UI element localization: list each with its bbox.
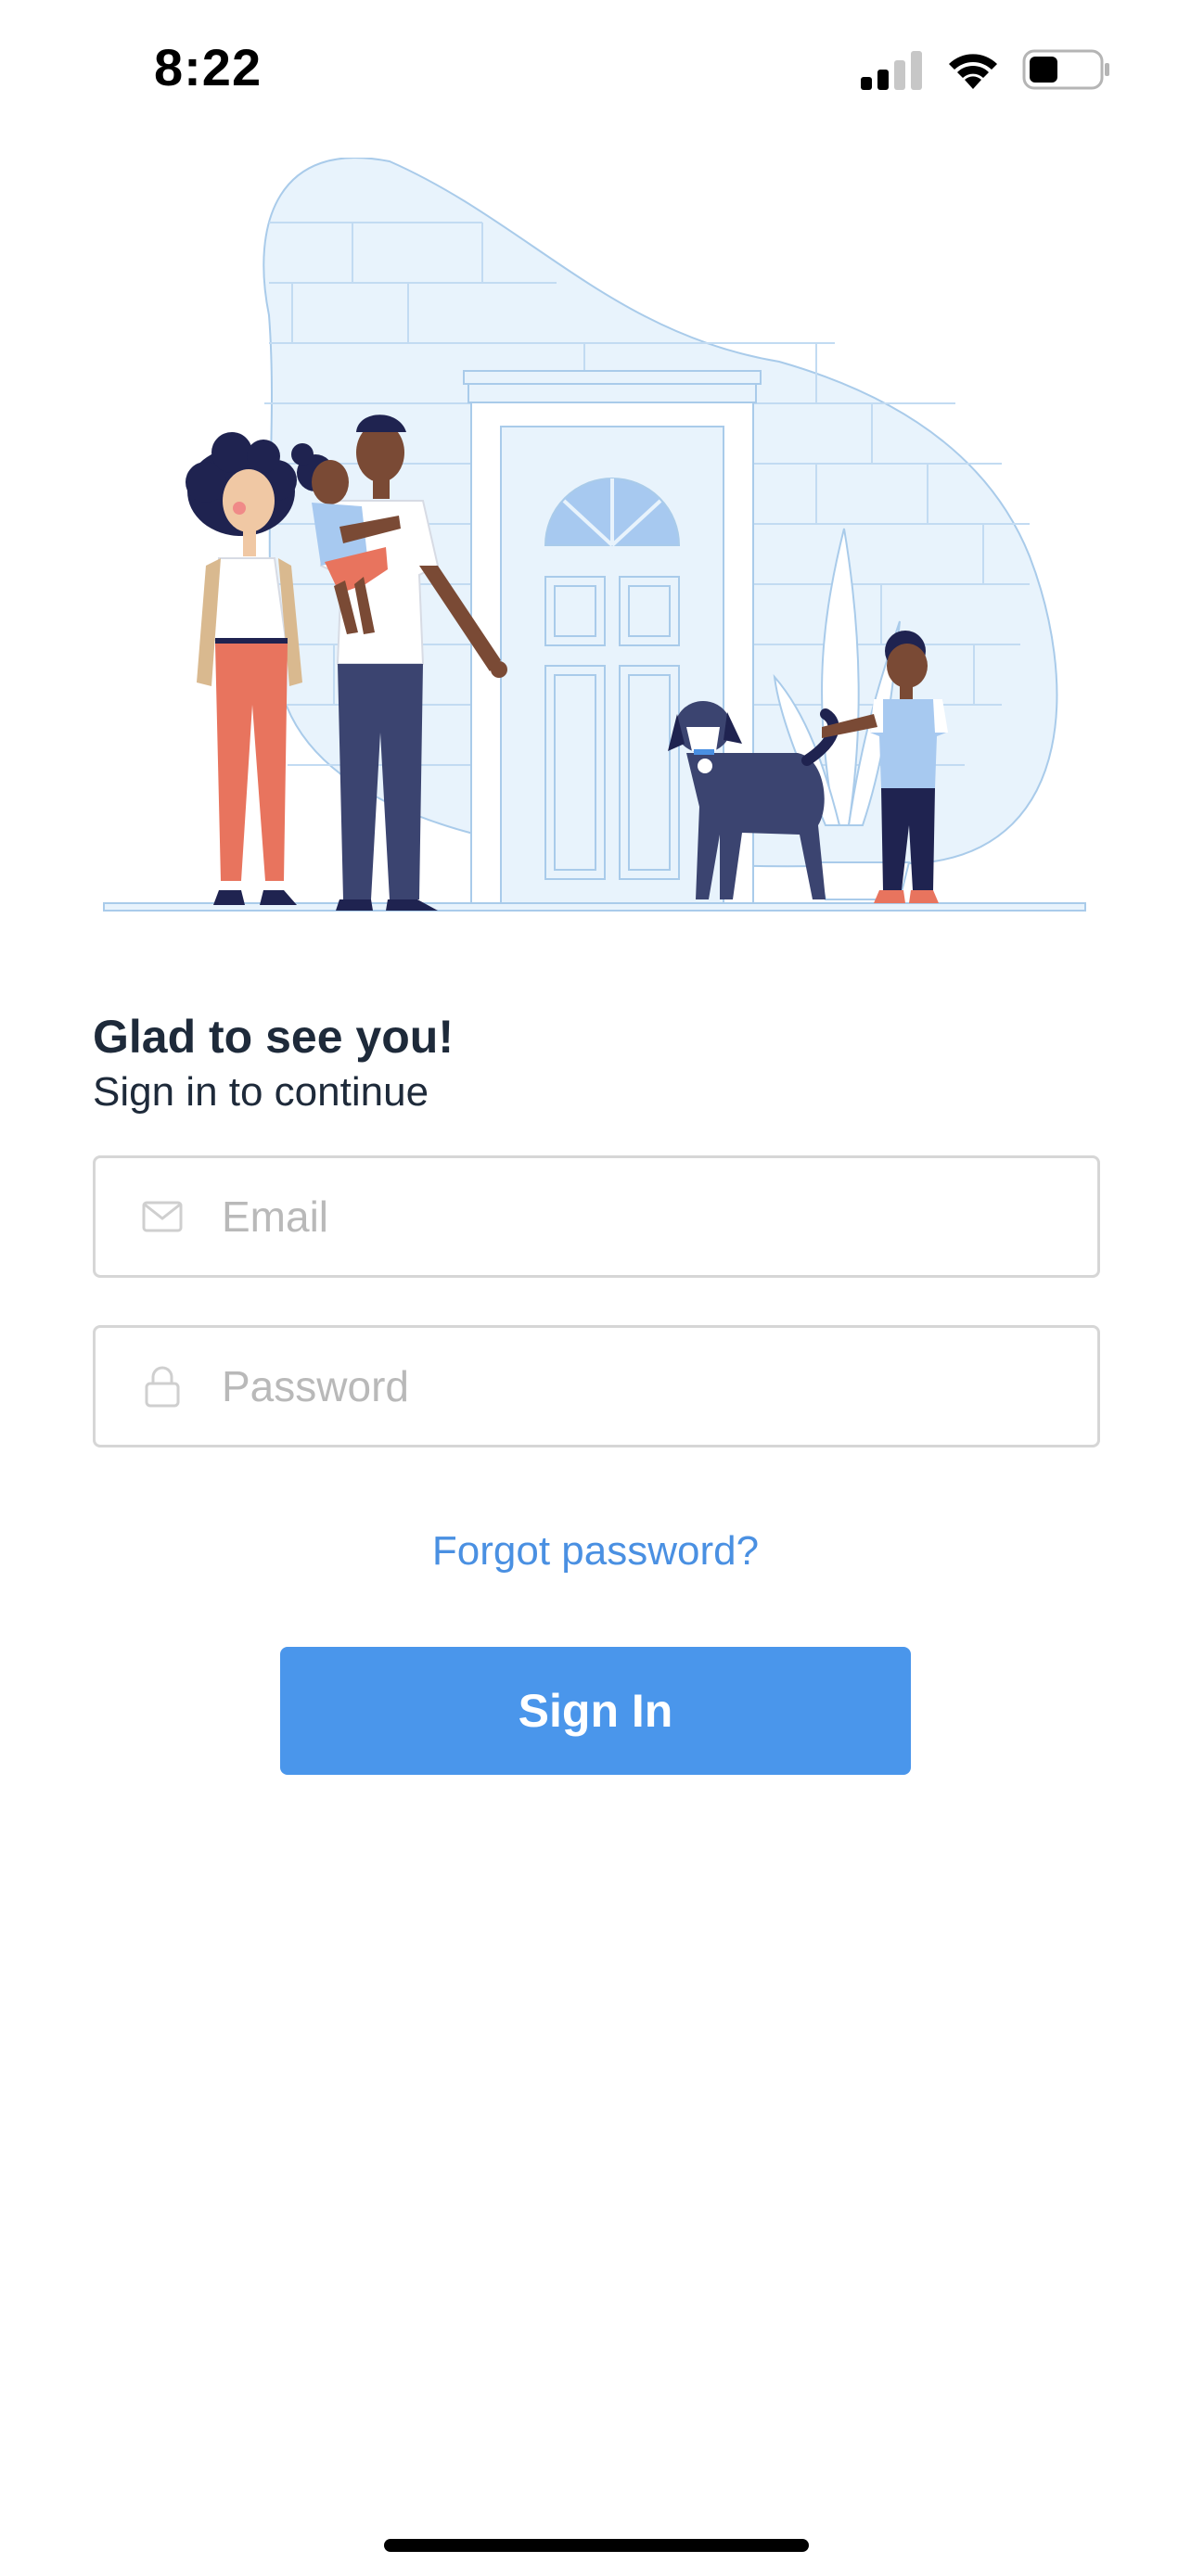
forgot-password-link[interactable]: Forgot password? [0, 1528, 1191, 1575]
sign-in-button[interactable]: Sign In [280, 1647, 911, 1775]
woman-figure [186, 432, 302, 905]
wifi-icon [944, 48, 1002, 96]
mail-icon [142, 1196, 183, 1237]
page-subtitle: Sign in to continue [93, 1069, 429, 1115]
email-field[interactable] [93, 1155, 1100, 1278]
lock-icon [142, 1366, 183, 1408]
cellular-signal-icon [861, 49, 924, 95]
battery-icon [1022, 48, 1111, 96]
greeting: Glad to see you! Sign in to continue [93, 1009, 454, 1118]
status-time: 8:22 [154, 38, 263, 96]
page-title: Glad to see you! [93, 1011, 454, 1063]
password-field[interactable] [93, 1325, 1100, 1447]
status-icons [861, 48, 1111, 96]
home-indicator[interactable] [384, 2539, 809, 2552]
password-input[interactable] [222, 1328, 1097, 1445]
hero-illustration [93, 157, 1095, 918]
email-input[interactable] [222, 1158, 1097, 1275]
status-bar: 8:22 [0, 0, 1191, 139]
